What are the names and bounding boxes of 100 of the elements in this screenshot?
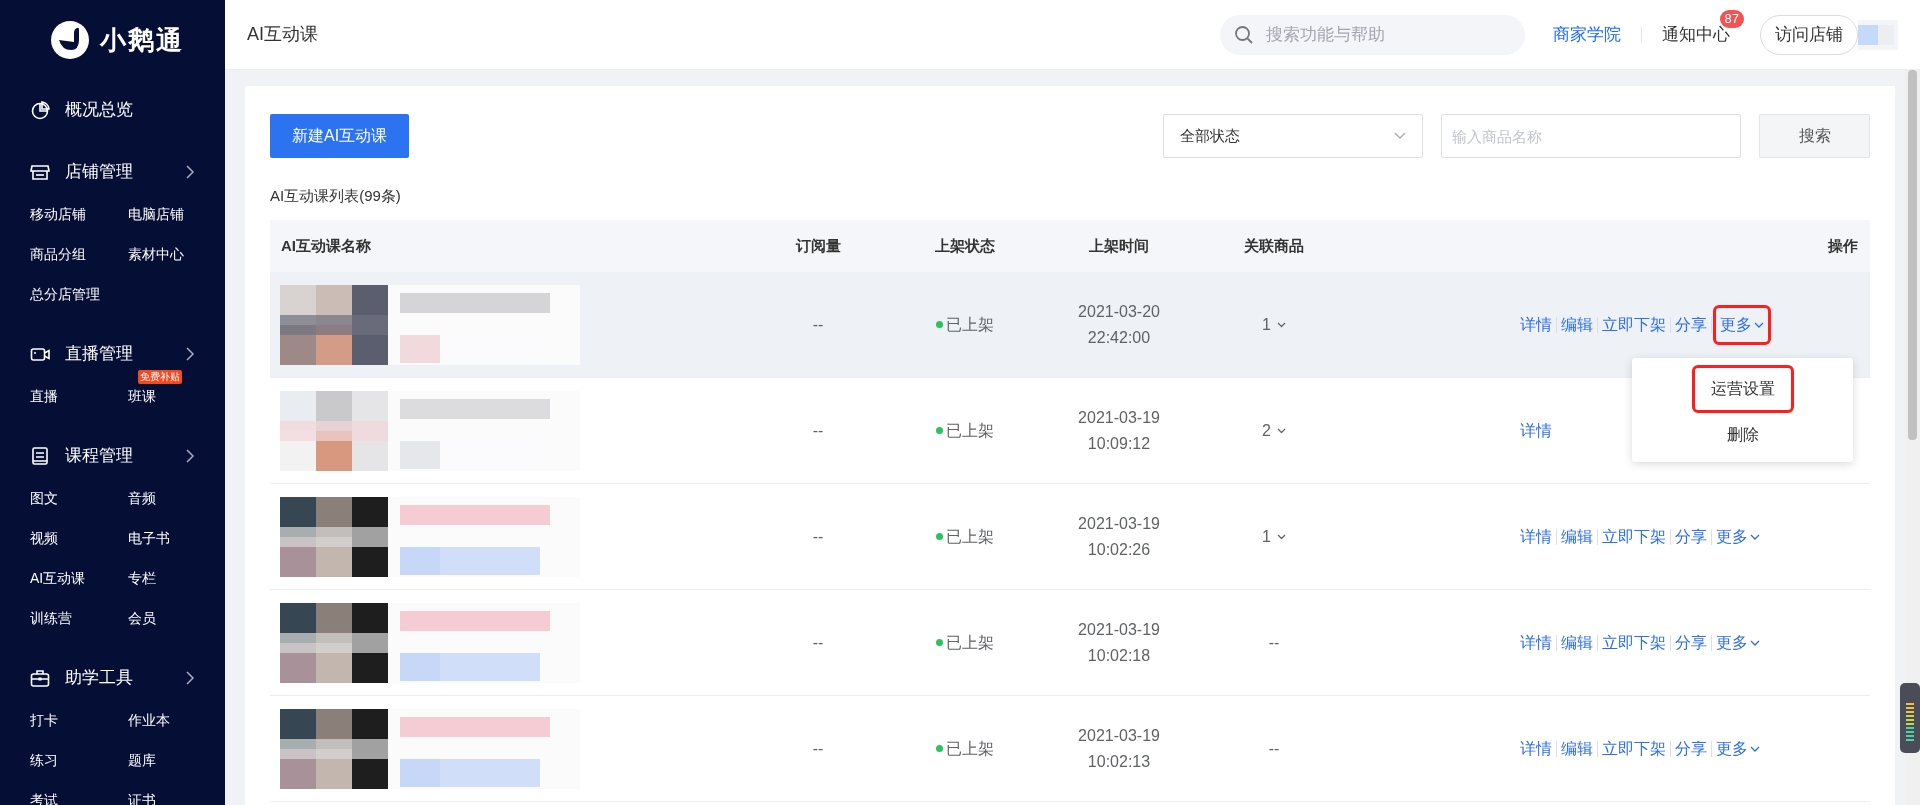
sidebar-item[interactable]: 训练营 xyxy=(30,607,72,629)
chevron-down-icon xyxy=(1750,533,1760,540)
action-link[interactable]: 详情 xyxy=(1520,312,1552,337)
search-icon xyxy=(1234,24,1254,45)
action-link[interactable]: 详情 xyxy=(1520,418,1552,443)
sidebar-item[interactable]: 专栏 xyxy=(128,567,156,589)
status-cell: 已上架 xyxy=(936,736,994,761)
table-cell-text: -- xyxy=(812,420,824,441)
action-link[interactable]: 分享 xyxy=(1675,524,1707,549)
action-link[interactable]: 立即下架 xyxy=(1602,736,1666,761)
action-link[interactable]: 详情 xyxy=(1520,524,1552,549)
related-dropdown[interactable]: 1 xyxy=(1262,312,1286,337)
more-dropdown[interactable]: 更多 xyxy=(1716,307,1768,342)
list-title: AI互动课列表(99条) xyxy=(270,186,401,206)
action-link[interactable]: 分享 xyxy=(1675,312,1707,337)
table-cell-text: -- xyxy=(1268,738,1280,759)
related-dropdown[interactable]: 2 xyxy=(1262,418,1286,443)
create-button[interactable]: 新建AI互动课 xyxy=(270,114,410,158)
document-icon xyxy=(30,446,50,466)
sidebar-item[interactable]: 电脑店铺 xyxy=(128,203,184,225)
sidebar-item[interactable]: 音频 xyxy=(128,487,156,509)
time-text: 10:02:26 xyxy=(1087,539,1151,560)
sidebar-item[interactable]: 班课 xyxy=(128,385,156,407)
sidebar-item[interactable]: 练习 xyxy=(30,749,58,771)
column-header: AI互动课名称 xyxy=(281,236,371,254)
more-dropdown[interactable]: 更多 xyxy=(1716,736,1760,761)
logo-text: 小鹅通 xyxy=(100,23,184,57)
sidebar-group[interactable]: 课程管理 xyxy=(0,434,225,478)
search-button[interactable]: 搜索 xyxy=(1759,114,1870,158)
table-cell-text: -- xyxy=(812,314,824,335)
date-text: 2021-03-19 xyxy=(1078,725,1160,746)
date-text: 2021-03-20 xyxy=(1078,301,1160,322)
sidebar-group[interactable]: 概况总览 xyxy=(0,88,225,132)
chevron-down-icon xyxy=(1394,132,1406,140)
chevron-down-icon xyxy=(1754,321,1764,328)
action-link[interactable]: 编辑 xyxy=(1561,736,1593,761)
status-cell: 已上架 xyxy=(936,630,994,655)
action-link[interactable]: 立即下架 xyxy=(1602,630,1666,655)
column-header: 订阅量 xyxy=(795,235,841,256)
date-text: 2021-03-19 xyxy=(1078,513,1160,534)
related-dropdown[interactable]: 1 xyxy=(1262,524,1286,549)
sidebar-item[interactable]: 移动店铺 xyxy=(30,203,86,225)
action-link[interactable]: 分享 xyxy=(1675,736,1707,761)
badge: 免费补贴 xyxy=(138,370,182,384)
sidebar-item[interactable]: 图文 xyxy=(30,487,58,509)
table-cell-text: -- xyxy=(1268,632,1280,653)
more-dropdown[interactable]: 更多 xyxy=(1716,524,1760,549)
more-dropdown[interactable]: 更多 xyxy=(1716,630,1760,655)
pie-chart-icon xyxy=(30,100,50,120)
time-text: 10:02:13 xyxy=(1087,751,1151,772)
sidebar-item[interactable]: 总分店管理 xyxy=(30,283,100,305)
table-cell-text: -- xyxy=(812,526,824,547)
search-field[interactable]: 搜索功能与帮助 xyxy=(1220,14,1525,55)
column-header: 关联商品 xyxy=(1244,235,1304,256)
action-link[interactable]: 分享 xyxy=(1675,630,1707,655)
sidebar-item[interactable]: AI互动课 xyxy=(30,567,86,589)
action-link[interactable]: 详情 xyxy=(1520,736,1552,761)
name-input[interactable]: 输入商品名称 xyxy=(1441,114,1741,158)
sidebar-item[interactable]: 作业本 xyxy=(128,709,170,731)
logo-icon xyxy=(50,20,90,60)
action-link[interactable]: 编辑 xyxy=(1561,312,1593,337)
menu-item[interactable]: 运营设置 xyxy=(1694,368,1791,410)
page-title: AI互动课 xyxy=(247,23,318,46)
column-header: 上架时间 xyxy=(1089,235,1149,256)
column-header: 操作 xyxy=(1828,235,1858,256)
briefcase-icon xyxy=(30,668,50,688)
status-cell: 已上架 xyxy=(936,312,994,337)
link[interactable]: 商家学院 xyxy=(1553,21,1621,48)
chevron-down-icon xyxy=(1276,427,1286,434)
table-cell-text: -- xyxy=(812,738,824,759)
time-text: 10:02:18 xyxy=(1087,645,1151,666)
scrollbar[interactable] xyxy=(1905,70,1920,805)
sidebar-item[interactable]: 直播 xyxy=(30,385,58,407)
store-icon xyxy=(30,162,50,182)
sidebar-group[interactable]: 店铺管理 xyxy=(0,150,225,194)
sidebar-item[interactable]: 打卡 xyxy=(30,709,58,731)
menu-item[interactable]: 删除 xyxy=(1710,414,1775,456)
status-cell: 已上架 xyxy=(936,524,994,549)
sidebar-item[interactable]: 视频 xyxy=(30,527,58,549)
chevron-down-icon xyxy=(1750,745,1760,752)
time-text: 22:42:00 xyxy=(1087,327,1151,348)
action-link[interactable]: 立即下架 xyxy=(1602,312,1666,337)
action-link[interactable]: 详情 xyxy=(1520,630,1552,655)
sidebar-group[interactable]: 助学工具 xyxy=(0,656,225,700)
action-link[interactable]: 编辑 xyxy=(1561,630,1593,655)
action-link[interactable]: 立即下架 xyxy=(1602,524,1666,549)
level-meter-icon xyxy=(1900,683,1920,753)
sidebar-item[interactable]: 素材中心 xyxy=(128,243,184,265)
sidebar-item[interactable]: 商品分组 xyxy=(30,243,86,265)
sidebar-item[interactable]: 电子书 xyxy=(128,527,170,549)
date-text: 2021-03-19 xyxy=(1078,407,1160,428)
status-cell: 已上架 xyxy=(936,418,994,443)
chevron-down-icon xyxy=(1276,321,1286,328)
sidebar-item[interactable]: 题库 xyxy=(128,749,156,771)
chevron-down-icon xyxy=(1750,639,1760,646)
date-text: 2021-03-19 xyxy=(1078,619,1160,640)
sidebar-item[interactable]: 会员 xyxy=(128,607,156,629)
action-link[interactable]: 编辑 xyxy=(1561,524,1593,549)
chevron-down-icon xyxy=(1276,533,1286,540)
status-select[interactable]: 全部状态 xyxy=(1163,114,1423,158)
